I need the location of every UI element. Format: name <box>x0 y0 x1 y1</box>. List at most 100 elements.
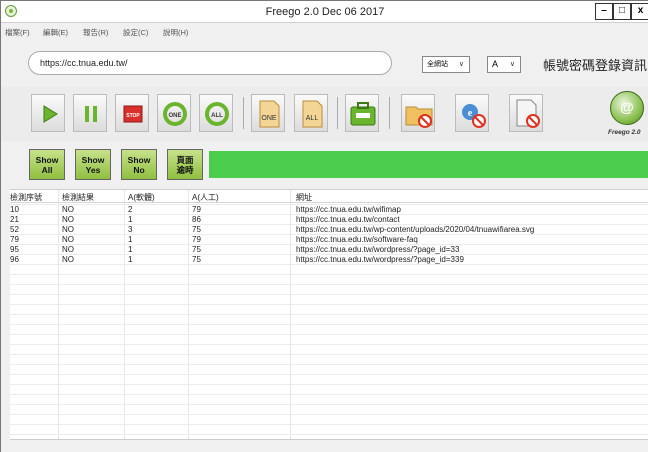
show-all-line1: Show <box>35 155 59 165</box>
cell-a-manual: 79 <box>192 235 201 244</box>
show-all-button[interactable]: Show All <box>29 149 65 180</box>
app-window: Freego 2.0 Dec 06 2017 – □ x 檔案(F) 編輯(E)… <box>0 0 648 452</box>
menu-help[interactable]: 說明(H) <box>163 27 188 38</box>
login-info-label: 帳號密碼登錄資訊 <box>543 58 648 73</box>
recheck-one-button[interactable]: ONE <box>157 94 191 132</box>
row-divider <box>10 304 648 305</box>
cell-check-id: 21 <box>10 215 19 224</box>
row-divider <box>10 254 648 255</box>
url-row: https://cc.tnua.edu.tw/ 全網站 ∨ A ∨ 帳號密碼登錄… <box>1 41 648 87</box>
charset-select[interactable]: A ∨ <box>487 56 521 73</box>
menu-edit[interactable]: 編輯(E) <box>43 27 68 38</box>
show-all-line2: All <box>41 165 53 175</box>
row-divider <box>10 324 648 325</box>
row-divider <box>10 364 648 365</box>
row-divider <box>10 224 648 225</box>
block-folder-button[interactable] <box>401 94 435 132</box>
block-browser-button[interactable]: e <box>455 94 489 132</box>
pause-button[interactable] <box>73 94 107 132</box>
menu-file[interactable]: 檔案(F) <box>5 27 30 38</box>
cell-check-id: 96 <box>10 255 19 264</box>
window-title: Freego 2.0 Dec 06 2017 <box>265 6 385 18</box>
header-a-manual[interactable]: A(人工) <box>192 192 219 203</box>
row-divider <box>10 334 648 335</box>
title-bar[interactable]: Freego 2.0 Dec 06 2017 – □ x <box>1 1 648 23</box>
show-yes-button[interactable]: Show Yes <box>75 149 111 180</box>
cell-check-id: 52 <box>10 225 19 234</box>
cell-result: NO <box>62 245 74 254</box>
row-divider <box>10 214 648 215</box>
menu-bar: 檔案(F) 編輯(E) 報告(R) 設定(C) 說明(H) <box>1 23 648 41</box>
toolbox-icon <box>350 102 376 126</box>
refresh-all-label: ALL <box>211 113 223 119</box>
report-all-button[interactable]: ALL <box>294 94 328 132</box>
show-no-line1: Show <box>127 155 151 165</box>
chevron-down-icon: ∨ <box>458 61 464 68</box>
status-bar <box>10 439 648 452</box>
page-timeout-line1: 頁面 <box>176 155 194 165</box>
document-all-label: ALL <box>306 115 319 122</box>
progress-bar <box>209 151 648 178</box>
cell-check-id: 10 <box>10 205 19 214</box>
header-result[interactable]: 檢測結果 <box>62 192 94 203</box>
stop-button[interactable]: STOP <box>115 94 149 132</box>
header-check-id[interactable]: 檢測序號 <box>10 192 42 203</box>
toolbar-divider <box>389 97 390 129</box>
page-timeout-line2: 逾時 <box>176 165 194 175</box>
row-divider <box>10 204 648 205</box>
minimize-button[interactable]: – <box>595 3 613 20</box>
row-divider <box>10 354 648 355</box>
show-no-button[interactable]: Show No <box>121 149 157 180</box>
block-document-button[interactable] <box>509 94 543 132</box>
cell-a-software: 1 <box>128 255 133 264</box>
page-timeout-button[interactable]: 頁面 逾時 <box>167 149 203 180</box>
row-divider <box>10 404 648 405</box>
cell-a-software: 1 <box>128 235 133 244</box>
filter-row: Show All Show Yes Show No 頁面 逾時 <box>1 141 648 186</box>
menu-settings[interactable]: 設定(C) <box>123 27 148 38</box>
header-url[interactable]: 網址 <box>296 192 312 203</box>
close-button[interactable]: x <box>631 3 648 20</box>
row-divider <box>10 234 648 235</box>
cell-url: https://cc.tnua.edu.tw/wordpress/?page_i… <box>296 255 464 264</box>
cell-check-id: 95 <box>10 245 19 254</box>
freego-logo: @ Freego 2.0 <box>602 89 648 139</box>
results-table[interactable]: 檢測序號 檢測結果 A(軟體) A(人工) 網址 10 NO 2 79 https://… <box>10 189 648 440</box>
menu-report[interactable]: 報告(R) <box>83 27 108 38</box>
cell-a-manual: 79 <box>192 205 201 214</box>
report-one-button[interactable]: ONE <box>251 94 285 132</box>
cell-a-manual: 75 <box>192 255 201 264</box>
show-no-line2: No <box>133 165 145 175</box>
start-button[interactable] <box>31 94 65 132</box>
row-divider <box>10 394 648 395</box>
cell-url: https://cc.tnua.edu.tw/wifimap <box>296 205 401 214</box>
row-divider <box>10 274 648 275</box>
cell-check-id: 79 <box>10 235 19 244</box>
play-icon <box>43 105 58 123</box>
table-header: 檢測序號 檢測結果 A(軟體) A(人工) 網址 <box>10 190 648 203</box>
row-divider <box>10 294 648 295</box>
row-divider <box>10 314 648 315</box>
maximize-button[interactable]: □ <box>613 3 631 20</box>
row-divider <box>10 424 648 425</box>
cell-a-software: 1 <box>128 215 133 224</box>
chevron-down-icon: ∨ <box>509 61 515 68</box>
header-a-software[interactable]: A(軟體) <box>128 192 155 203</box>
settings-button[interactable] <box>345 94 379 132</box>
show-yes-line2: Yes <box>85 165 101 175</box>
browser-block-icon: e <box>462 104 486 128</box>
document-block-icon <box>516 99 540 128</box>
row-divider <box>10 384 648 385</box>
document-one-label: ONE <box>261 115 277 122</box>
recheck-all-button[interactable]: ALL <box>199 94 233 132</box>
cell-result: NO <box>62 235 74 244</box>
scope-select-value: 全網站 <box>427 61 448 68</box>
cell-a-manual: 75 <box>192 225 201 234</box>
row-divider <box>10 264 648 265</box>
url-input[interactable]: https://cc.tnua.edu.tw/ <box>28 51 392 75</box>
cell-a-software: 1 <box>128 245 133 254</box>
cell-url: https://cc.tnua.edu.tw/wordpress/?page_i… <box>296 245 460 254</box>
stop-label: STOP <box>126 113 140 119</box>
scope-select[interactable]: 全網站 ∨ <box>422 56 470 73</box>
row-divider <box>10 374 648 375</box>
